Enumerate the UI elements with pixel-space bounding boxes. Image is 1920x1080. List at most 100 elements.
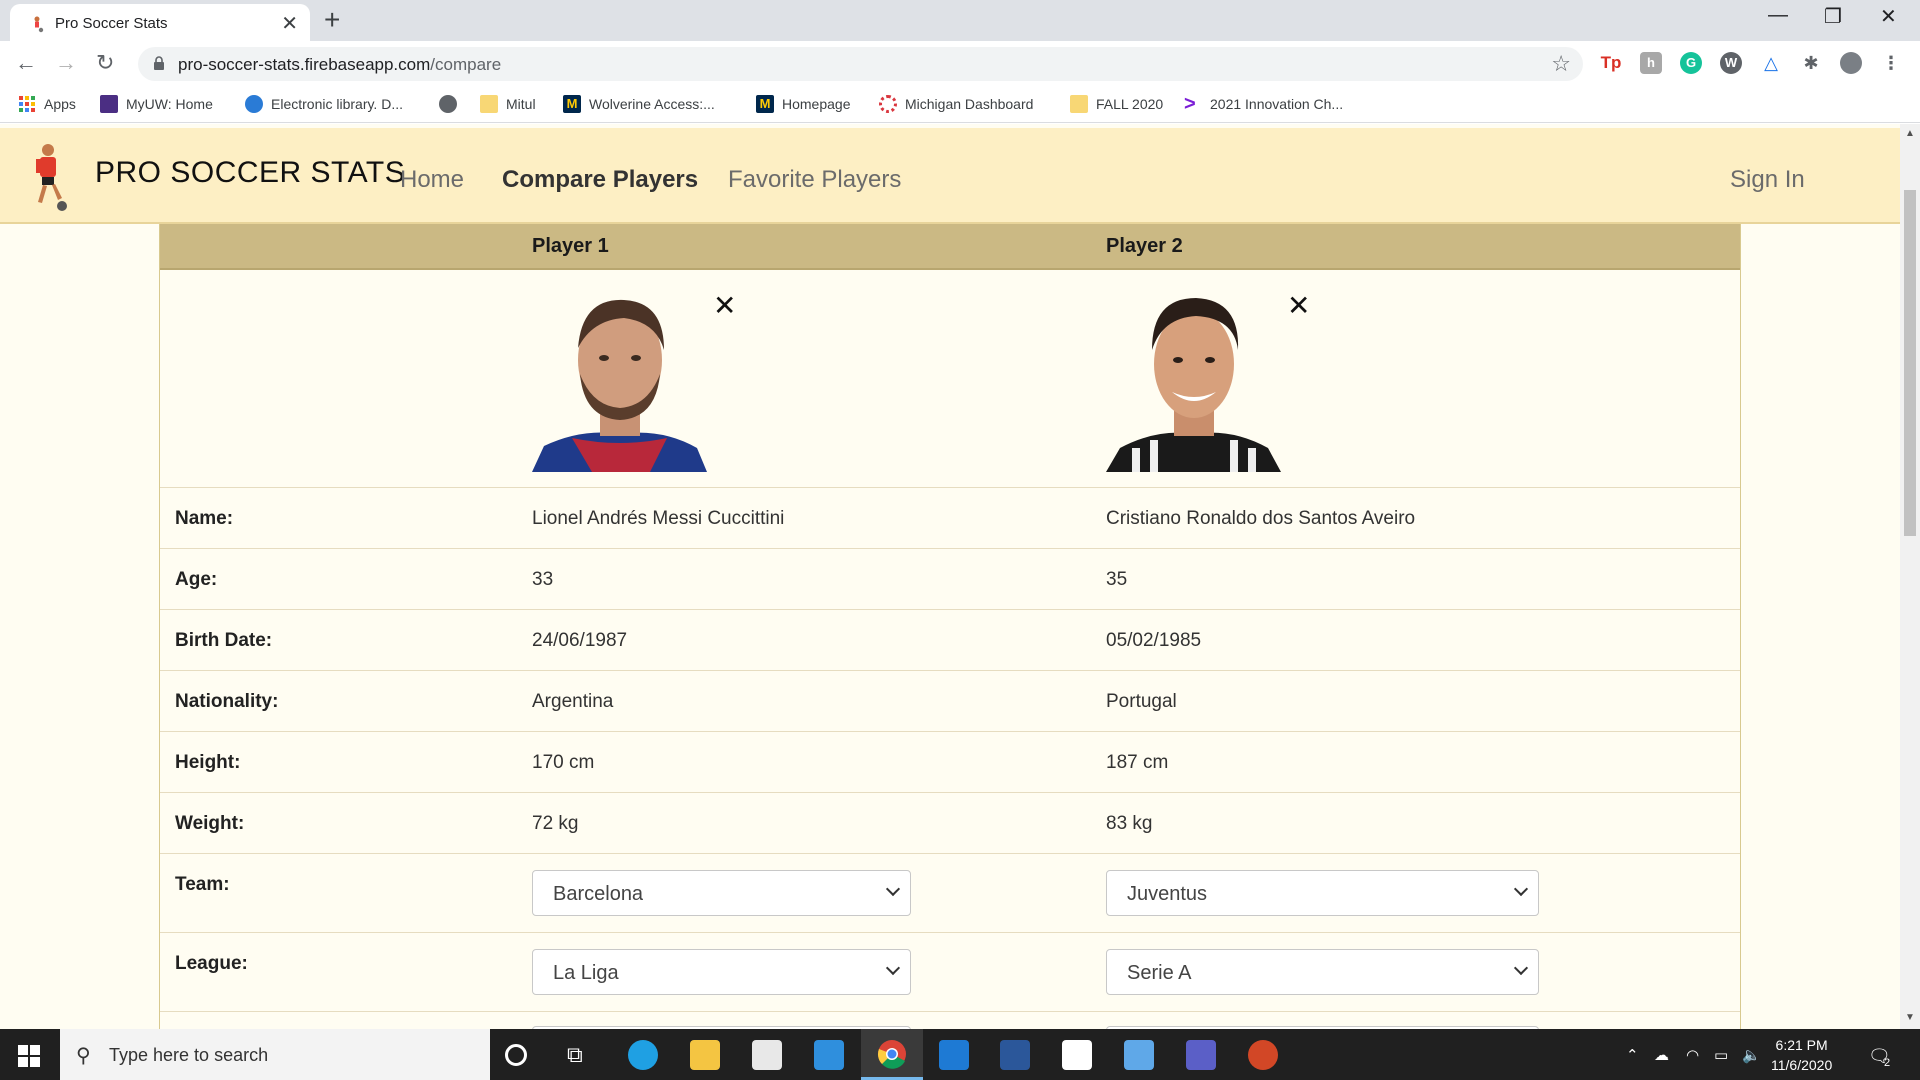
player2-header: Player 2 — [1106, 235, 1183, 257]
bookmark-innovation[interactable]: > 2021 Innovation Ch... — [1184, 94, 1344, 114]
search-icon: ⚲ — [76, 1045, 91, 1067]
michigan-m-icon: M — [756, 95, 774, 113]
player1-value: 33 — [532, 569, 554, 590]
edge-icon[interactable] — [628, 1040, 658, 1070]
compare-table: Player 1 Player 2 ✕ ✕ Name: Lionel André… — [159, 224, 1741, 1029]
bookmark-homepage[interactable]: M Homepage — [756, 95, 851, 113]
player2-team-select[interactable]: Juventus — [1106, 870, 1539, 916]
vscode-icon[interactable] — [939, 1040, 969, 1070]
task-view-icon[interactable]: ⧉ — [567, 1042, 597, 1072]
w-extension-icon[interactable]: W — [1720, 52, 1742, 74]
cortana-icon[interactable] — [505, 1044, 527, 1066]
new-tab-icon[interactable]: + — [324, 4, 340, 36]
battery-icon[interactable]: ▭ — [1714, 1046, 1728, 1064]
chevron-down-icon — [1513, 960, 1529, 976]
selected-value: Serie A — [1127, 962, 1192, 984]
bookmark-star-icon[interactable]: ☆ — [1551, 51, 1571, 77]
restore-icon[interactable]: ❐ — [1824, 4, 1842, 29]
stat-row-height: Height: 170 cm 187 cm — [160, 732, 1740, 793]
file-explorer-icon[interactable] — [690, 1040, 720, 1070]
bookmark-label: 2021 Innovation Ch... — [1210, 96, 1344, 112]
address-bar[interactable]: pro-soccer-stats.firebaseapp.com/compare… — [138, 47, 1583, 81]
bookmark-label: Homepage — [782, 96, 851, 112]
teams-icon[interactable] — [1186, 1040, 1216, 1070]
powerpoint-icon[interactable] — [1248, 1040, 1278, 1070]
soccer-player-logo-icon[interactable] — [28, 142, 72, 214]
bookmark-wolverine-access[interactable]: M Wolverine Access:... — [563, 95, 715, 113]
bookmark-apps[interactable]: Apps — [18, 95, 76, 113]
stat-row-nationality: Nationality: Argentina Portugal — [160, 671, 1740, 732]
bookmark-mitul[interactable]: Mitul — [480, 95, 536, 113]
chrome-icon — [877, 1040, 906, 1069]
tp-extension-icon[interactable]: Tp — [1600, 52, 1622, 74]
mail-icon[interactable] — [814, 1040, 844, 1070]
app-window-icon[interactable] — [1124, 1040, 1154, 1070]
folder-icon — [480, 95, 498, 113]
grammarly-app-icon[interactable] — [1062, 1040, 1092, 1070]
tray-chevron-up-icon[interactable]: ⌃ — [1626, 1046, 1639, 1064]
bookmark-michigan-dashboard[interactable]: Michigan Dashboard — [879, 95, 1033, 113]
chevron-down-icon — [885, 960, 901, 976]
bookmark-label: Electronic library. D... — [271, 96, 403, 112]
soccer-player-favicon-icon — [34, 16, 44, 33]
bookmark-label: Apps — [44, 96, 76, 112]
drive-extension-icon[interactable]: △ — [1760, 52, 1782, 74]
chrome-taskbar-active[interactable] — [861, 1029, 923, 1080]
forward-icon[interactable]: → — [55, 50, 77, 76]
player1-value: 72 kg — [532, 813, 579, 834]
puzzle-extensions-icon[interactable]: ✱ — [1800, 52, 1822, 74]
browser-tab[interactable]: Pro Soccer Stats ✕ — [10, 4, 310, 41]
onedrive-icon[interactable]: ☁ — [1654, 1046, 1669, 1064]
bookmarks-bar: Apps MyUW: Home Electronic library. D...… — [0, 87, 1920, 123]
profile-avatar-icon[interactable] — [1840, 52, 1862, 74]
nav-home[interactable]: Home — [400, 166, 464, 194]
player1-value: 24/06/1987 — [532, 630, 628, 651]
remove-player2-icon[interactable]: ✕ — [1287, 292, 1310, 320]
bookmark-label: MyUW: Home — [126, 96, 213, 112]
nav-compare-players[interactable]: Compare Players — [502, 166, 698, 194]
url-host: pro-soccer-stats.firebaseapp.com — [178, 55, 431, 74]
url-path: /compare — [430, 55, 502, 74]
player2-league-select[interactable]: Serie A — [1106, 949, 1539, 995]
chrome-menu-icon[interactable]: ⋮ — [1880, 52, 1902, 74]
window-close-icon[interactable]: ✕ — [1880, 4, 1897, 29]
word-icon[interactable] — [1000, 1040, 1030, 1070]
grey-extension-icon[interactable]: h — [1640, 52, 1662, 74]
taskbar-search-box[interactable]: ⚲ Type here to search — [60, 1029, 490, 1080]
player1-team-select[interactable]: Barcelona — [532, 870, 911, 916]
bookmark-electronic-library[interactable]: Electronic library. D... — [245, 95, 403, 113]
scroll-down-icon[interactable]: ▼ — [1905, 1012, 1915, 1023]
nav-sign-in[interactable]: Sign In — [1730, 166, 1805, 194]
scroll-up-icon[interactable]: ▲ — [1905, 128, 1915, 139]
clock-time: 6:21 PM — [1775, 1037, 1828, 1053]
bookmark-myuw[interactable]: MyUW: Home — [100, 95, 213, 113]
folder-icon — [1070, 95, 1088, 113]
store-icon[interactable] — [752, 1040, 782, 1070]
taskbar-clock[interactable]: 6:21 PM 11/6/2020 — [1771, 1035, 1832, 1075]
player1-header: Player 1 — [532, 235, 609, 257]
bookmark-fall-2020[interactable]: FALL 2020 — [1070, 95, 1163, 113]
tab-close-icon[interactable]: ✕ — [281, 11, 298, 36]
brand-title[interactable]: PRO SOCCER STATS — [95, 156, 405, 190]
player2-value: 187 cm — [1106, 752, 1169, 773]
myuw-icon — [100, 95, 118, 113]
browser-toolbar: ← → ↻ pro-soccer-stats.firebaseapp.com/c… — [0, 41, 1920, 87]
scrollbar-thumb[interactable] — [1904, 190, 1916, 536]
windows-start-icon[interactable] — [18, 1045, 40, 1067]
minimize-icon[interactable]: — — [1768, 4, 1788, 27]
remove-player1-icon[interactable]: ✕ — [713, 292, 736, 320]
back-icon[interactable]: ← — [15, 50, 37, 76]
row-label: League: — [175, 953, 248, 974]
notification-count: 2 — [1884, 1057, 1891, 1069]
volume-icon[interactable]: 🔈 — [1742, 1046, 1761, 1064]
page-scrollbar[interactable]: ▲ ▼ — [1900, 124, 1920, 1029]
lock-icon — [154, 56, 164, 70]
nav-favorite-players[interactable]: Favorite Players — [728, 166, 901, 194]
stat-row-age: Age: 33 35 — [160, 549, 1740, 610]
compare-table-header: Player 1 Player 2 — [160, 224, 1740, 270]
bookmark-globe[interactable] — [439, 95, 465, 113]
wifi-icon[interactable]: ◠ — [1686, 1046, 1699, 1064]
grammarly-extension-icon[interactable]: G — [1680, 52, 1702, 74]
player1-league-select[interactable]: La Liga — [532, 949, 911, 995]
reload-icon[interactable]: ↻ — [96, 50, 114, 76]
